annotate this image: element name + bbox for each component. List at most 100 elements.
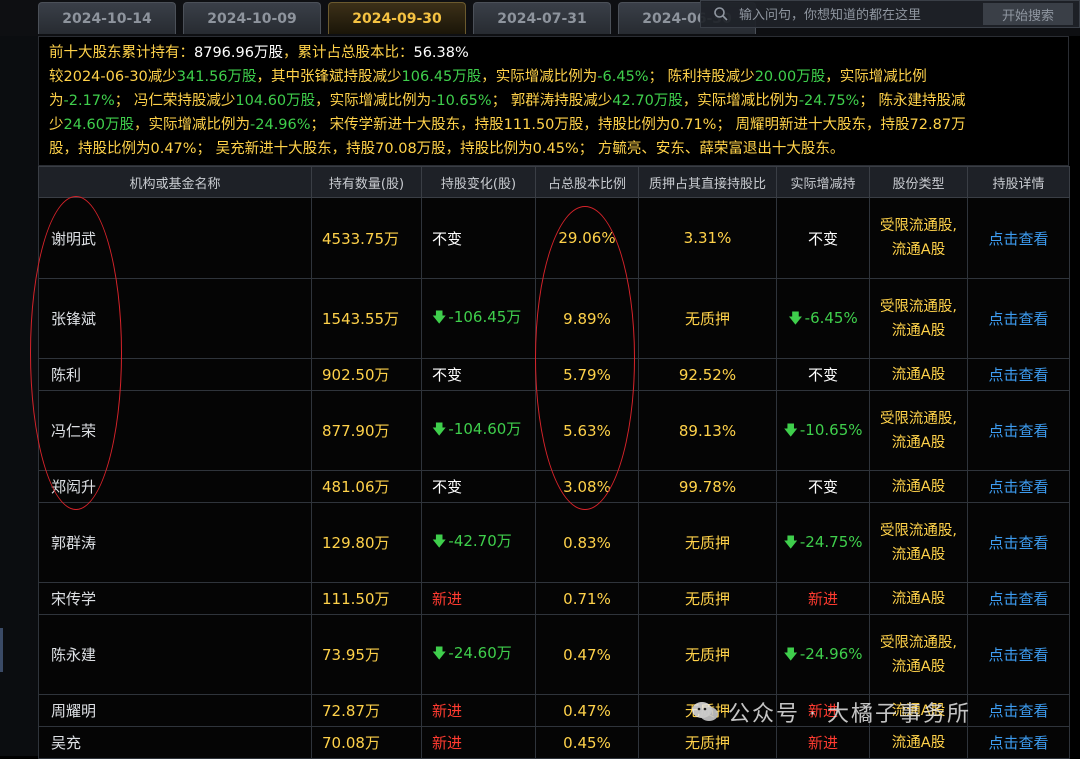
holding-change-value: 不变 [432, 229, 463, 248]
top10-summary: 前十大股东累计持有：8796.96万股，累计占总股本比：56.38% 较2024… [38, 36, 1069, 166]
detail-link[interactable]: 点击查看 [988, 230, 1048, 248]
actual-change-value: 新进 [807, 590, 838, 608]
down-arrow-icon: 🡇 [432, 422, 447, 438]
share-ratio: 3.08% [535, 470, 639, 503]
tab-2024-07-31[interactable]: 2024-07-31 [473, 2, 611, 34]
holding-change: 新进 [421, 726, 536, 759]
holding-change: 不变 [421, 358, 536, 391]
actual-change-value: 新进 [807, 702, 838, 720]
share-ratio: 0.47% [535, 614, 639, 695]
column-header: 股份类型 [869, 166, 968, 198]
down-arrow-icon: 🡇 [432, 534, 447, 550]
actual-change: 不变 [776, 358, 870, 391]
actual-change-value: -24.75% [799, 533, 863, 551]
holder-name: 郭群涛 [38, 502, 312, 583]
detail-link[interactable]: 点击查看 [988, 478, 1048, 496]
detail-cell: 点击查看 [967, 694, 1070, 727]
left-edge-panel [0, 0, 38, 756]
summary-text: ； 郭群涛持股减少 [491, 93, 613, 109]
tab-2024-09-30[interactable]: 2024-09-30 [328, 2, 466, 34]
pledge-ratio: 无质押 [638, 694, 777, 727]
holding-quantity: 72.87万 [311, 694, 422, 727]
holding-quantity: 877.90万 [311, 390, 422, 471]
share-ratio: 0.45% [535, 726, 639, 759]
table-row: 吴充 70.08万 新进 0.45% 无质押 新进 流通A股 点击查看 [38, 726, 1070, 759]
summary-text: ，累计占总股本比： [282, 45, 414, 61]
holding-change-value: -106.45万 [448, 308, 522, 326]
summary-value: -24.96% [250, 117, 311, 133]
summary-value: 20.00万股 [754, 69, 826, 85]
tab-2024-10-14[interactable]: 2024-10-14 [38, 2, 176, 34]
detail-link[interactable]: 点击查看 [988, 646, 1048, 664]
holding-change: 不变 [421, 470, 536, 503]
summary-value: 106.45万股 [401, 69, 482, 85]
table-row: 郭群涛 129.80万 🡇 -42.70万 0.83% 无质押 🡇 -24.75% 受限流通股,… [38, 502, 1070, 583]
holding-change: 新进 [421, 694, 536, 727]
table-body: 谢明武 4533.75万 不变 29.06% 3.31% 不变 受限流通股,流通A股 点击查看… [38, 197, 1070, 759]
summary-value: 56.38% [413, 45, 469, 61]
detail-link[interactable]: 点击查看 [988, 590, 1048, 608]
detail-link[interactable]: 点击查看 [988, 734, 1048, 752]
column-header: 持股详情 [967, 166, 1070, 198]
summary-text: ； 陈利持股减少 [648, 69, 755, 85]
summary-value: -2.17% [63, 93, 115, 109]
holding-quantity: 73.95万 [311, 614, 422, 695]
share-type: 流通A股 [869, 582, 968, 615]
actual-change-value: -10.65% [799, 421, 863, 439]
pledge-ratio: 无质押 [638, 726, 777, 759]
detail-cell: 点击查看 [967, 502, 1070, 583]
detail-link[interactable]: 点击查看 [988, 422, 1048, 440]
down-arrow-icon: 🡇 [788, 311, 803, 327]
actual-change: 🡇 -24.75% [776, 502, 870, 583]
share-type: 受限流通股,流通A股 [869, 390, 968, 471]
summary-value: 341.56万股 [176, 69, 257, 85]
share-type: 流通A股 [869, 726, 968, 759]
share-type: 流通A股 [869, 470, 968, 503]
summary-value: -6.45% [597, 69, 649, 85]
holding-change-value: 新进 [432, 702, 463, 720]
table-row: 陈利 902.50万 不变 5.79% 92.52% 不变 流通A股 点击查看 [38, 358, 1070, 391]
column-header: 机构或基金名称 [38, 166, 312, 198]
detail-link[interactable]: 点击查看 [988, 310, 1048, 328]
down-arrow-icon: 🡇 [783, 535, 798, 551]
search-button[interactable]: 开始搜索 [983, 3, 1073, 25]
detail-link[interactable]: 点击查看 [988, 534, 1048, 552]
search-input[interactable] [737, 3, 961, 27]
actual-change: 🡇 -24.96% [776, 614, 870, 695]
share-type: 受限流通股,流通A股 [869, 502, 968, 583]
summary-value: -10.65% [431, 93, 492, 109]
summary-text: ； 宋传学新进十大股东，持股111.50万股，持股比例为0.71%； 周耀明新进… [310, 117, 966, 133]
summary-text: ，实际增减比例为 [682, 93, 799, 109]
down-arrow-icon: 🡇 [783, 423, 798, 439]
table-row: 冯仁荣 877.90万 🡇 -104.60万 5.63% 89.13% 🡇 -10.65% 受限… [38, 390, 1070, 471]
detail-cell: 点击查看 [967, 614, 1070, 695]
summary-text: ，实际增减比例 [825, 69, 927, 85]
holder-name: 宋传学 [38, 582, 312, 615]
pledge-ratio: 无质押 [638, 614, 777, 695]
column-header: 持股变化(股) [421, 166, 536, 198]
pledge-ratio: 3.31% [638, 197, 777, 279]
detail-cell: 点击查看 [967, 582, 1070, 615]
holding-change-value: 不变 [432, 478, 463, 496]
holding-quantity: 481.06万 [311, 470, 422, 503]
summary-text: 前十大股东累计持有： [49, 45, 194, 61]
actual-change: 🡇 -6.45% [776, 278, 870, 359]
holding-change: 🡇 -24.60万 [421, 614, 536, 695]
holding-change-value: -104.60万 [448, 420, 522, 438]
share-type: 流通A股 [869, 694, 968, 727]
holding-quantity: 1543.55万 [311, 278, 422, 359]
detail-link[interactable]: 点击查看 [988, 366, 1048, 384]
detail-cell: 点击查看 [967, 278, 1070, 359]
table-header: 机构或基金名称 持有数量(股) 持股变化(股) 占总股本比例 质押占其直接持股比 实际增减… [38, 166, 1070, 198]
actual-change: 🡇 -10.65% [776, 390, 870, 471]
actual-change-value: 新进 [807, 734, 838, 752]
detail-cell: 点击查看 [967, 197, 1070, 279]
table-row: 宋传学 111.50万 新进 0.71% 无质押 新进 流通A股 点击查看 [38, 582, 1070, 615]
tab-2024-10-09[interactable]: 2024-10-09 [183, 2, 321, 34]
holding-quantity: 111.50万 [311, 582, 422, 615]
column-header: 持有数量(股) [311, 166, 422, 198]
actual-change-value: -6.45% [804, 309, 858, 327]
actual-change: 不变 [776, 197, 870, 279]
detail-link[interactable]: 点击查看 [988, 702, 1048, 720]
down-arrow-icon: 🡇 [783, 647, 798, 663]
